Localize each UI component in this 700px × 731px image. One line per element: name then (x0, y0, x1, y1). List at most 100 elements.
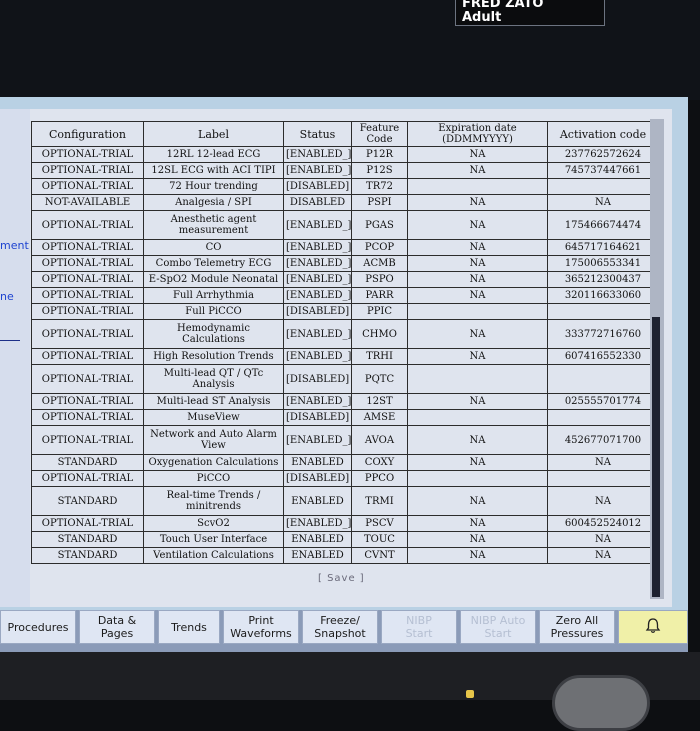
label-cell: MuseView (143, 409, 284, 426)
table-row[interactable]: OPTIONAL-TRIAL Full PiCCO [DISABLED] PPIC (31, 303, 659, 320)
table-row[interactable]: OPTIONAL-TRIAL Anesthetic agent measureme… (31, 210, 659, 240)
table-row[interactable]: STANDARD Oxygenation Calculations ENABLED C… (31, 454, 659, 471)
feature-code-cell: PPCO (351, 470, 408, 487)
alarm-button[interactable] (618, 610, 688, 644)
trim-knob[interactable] (552, 675, 650, 731)
button-data-pages[interactable]: Data & Pages (79, 610, 155, 644)
config-cell: OPTIONAL-TRIAL (31, 409, 144, 426)
table-row[interactable]: OPTIONAL-TRIAL PiCCO [DISABLED] PPCO (31, 470, 659, 487)
activation-code-cell: 175006553341 (547, 255, 659, 272)
activation-code-cell: 025555701774 (547, 393, 659, 410)
expiration-cell (407, 470, 548, 487)
label-cell: Real-time Trends / minitrends (143, 486, 284, 516)
activation-code-cell: 237762572624 (547, 146, 659, 163)
expiration-cell: NA (407, 547, 548, 564)
table-row[interactable]: OPTIONAL-TRIAL E-SpO2 Module Neonatal [ENA… (31, 271, 659, 288)
scrollbar-thumb[interactable] (652, 317, 660, 597)
activation-code-cell: 452677071700 (547, 425, 659, 455)
button-nibp-start[interactable]: NIBP Start (381, 610, 457, 644)
expiration-cell: NA (407, 515, 548, 532)
label-cell: PiCCO (143, 470, 284, 487)
table-row[interactable]: OPTIONAL-TRIAL 12SL ECG with ACI TIPI [ENA… (31, 162, 659, 179)
table-row[interactable]: OPTIONAL-TRIAL 72 Hour trending [DISABLED]… (31, 178, 659, 195)
activation-code-cell (547, 470, 659, 487)
label-cell: 72 Hour trending (143, 178, 284, 195)
button-trends[interactable]: Trends (158, 610, 220, 644)
expiration-cell: NA (407, 319, 548, 349)
label-cell: Ventilation Calculations (143, 547, 284, 564)
table-row[interactable]: OPTIONAL-TRIAL ScvO2 [ENABLED_] PSCV NA 60045… (31, 515, 659, 532)
table-row[interactable]: OPTIONAL-TRIAL High Resolution Trends [ENA… (31, 348, 659, 365)
expiration-cell: NA (407, 194, 548, 211)
left-menu-pane: ment ne (0, 109, 30, 607)
status-cell: [ENABLED_] (283, 146, 352, 163)
feature-code-cell: P12R (351, 146, 408, 163)
feature-config-table: Configuration Label Status Feature Code … (31, 121, 659, 564)
activation-code-cell: 745737447661 (547, 162, 659, 179)
expiration-cell: NA (407, 348, 548, 365)
table-row[interactable]: OPTIONAL-TRIAL MuseView [DISABLED] AMSE (31, 409, 659, 426)
button-freeze-snapshot[interactable]: Freeze/ Snapshot (302, 610, 378, 644)
activation-code-cell: NA (547, 547, 659, 564)
table-row[interactable]: OPTIONAL-TRIAL Combo Telemetry ECG [ENABLE… (31, 255, 659, 272)
table-row[interactable]: OPTIONAL-TRIAL Multi-lead ST Analysis [ENA… (31, 393, 659, 410)
table-row[interactable]: STANDARD Real-time Trends / minitrends ENA… (31, 486, 659, 516)
activation-code-cell (547, 409, 659, 426)
table-row[interactable]: OPTIONAL-TRIAL 12RL 12-lead ECG [ENABLED_]… (31, 146, 659, 163)
table-row[interactable]: OPTIONAL-TRIAL Multi-lead QT / QTc Analys… (31, 364, 659, 394)
config-cell: OPTIONAL-TRIAL (31, 255, 144, 272)
feature-code-cell: TR72 (351, 178, 408, 195)
label-cell: Multi-lead QT / QTc Analysis (143, 364, 284, 394)
config-cell: OPTIONAL-TRIAL (31, 239, 144, 256)
button-procedures[interactable]: Procedures (0, 610, 76, 644)
feature-code-cell: PQTC (351, 364, 408, 394)
table-row[interactable]: OPTIONAL-TRIAL Full Arrhythmia [ENABLED_] P… (31, 287, 659, 304)
monitor-screen: ment ne Configuration Label Status Featu… (0, 97, 688, 652)
table-row[interactable]: OPTIONAL-TRIAL CO [ENABLED_] PCOP NA 64571716… (31, 239, 659, 256)
table-row[interactable]: OPTIONAL-TRIAL Hemodynamic Calculations [E… (31, 319, 659, 349)
feature-code-cell: TRMI (351, 486, 408, 516)
table-row[interactable]: NOT-AVAILABLE Analgesia / SPI DISABLED PSPI… (31, 194, 659, 211)
table-row[interactable]: STANDARD Touch User Interface ENABLED TOUC N… (31, 531, 659, 548)
feature-code-cell: PARR (351, 287, 408, 304)
activation-code-cell: 600452524012 (547, 515, 659, 532)
button-print-waveforms[interactable]: Print Waveforms (223, 610, 299, 644)
button-nibp-auto-start[interactable]: NIBP Auto Start (460, 610, 536, 644)
column-header-activation-code: Activation code (547, 121, 659, 147)
label-cell: Touch User Interface (143, 531, 284, 548)
status-cell: DISABLED (283, 194, 352, 211)
column-header-feature-code: Feature Code (351, 121, 408, 147)
left-menu-fragment[interactable]: ne (0, 290, 14, 303)
left-menu-fragment[interactable]: ment (0, 239, 29, 252)
config-cell: OPTIONAL-TRIAL (31, 210, 144, 240)
activation-code-cell (547, 303, 659, 320)
save-button[interactable]: [ Save ] (318, 573, 365, 584)
expiration-cell: NA (407, 287, 548, 304)
config-cell: OPTIONAL-TRIAL (31, 303, 144, 320)
expiration-cell: NA (407, 239, 548, 256)
table-scrollbar[interactable] (650, 119, 664, 599)
feature-code-cell: COXY (351, 454, 408, 471)
expiration-cell: NA (407, 271, 548, 288)
table-row[interactable]: OPTIONAL-TRIAL Network and Auto Alarm Vie… (31, 425, 659, 455)
config-cell: OPTIONAL-TRIAL (31, 287, 144, 304)
status-cell: [ENABLED_] (283, 239, 352, 256)
feature-code-cell: PSCV (351, 515, 408, 532)
feature-code-cell: CVNT (351, 547, 408, 564)
expiration-cell: NA (407, 531, 548, 548)
expiration-cell: NA (407, 210, 548, 240)
status-cell: [ENABLED_] (283, 271, 352, 288)
label-cell: 12RL 12-lead ECG (143, 146, 284, 163)
config-cell: OPTIONAL-TRIAL (31, 146, 144, 163)
label-cell: Oxygenation Calculations (143, 454, 284, 471)
table-row[interactable]: STANDARD Ventilation Calculations ENABLED C… (31, 547, 659, 564)
activation-code-cell: 320116633060 (547, 287, 659, 304)
config-cell: NOT-AVAILABLE (31, 194, 144, 211)
status-cell: [ENABLED_] (283, 425, 352, 455)
expiration-cell: NA (407, 425, 548, 455)
expiration-cell (407, 178, 548, 195)
config-cell: STANDARD (31, 454, 144, 471)
config-cell: OPTIONAL-TRIAL (31, 271, 144, 288)
status-cell: [ENABLED_] (283, 255, 352, 272)
button-zero-all-pressures[interactable]: Zero All Pressures (539, 610, 615, 644)
